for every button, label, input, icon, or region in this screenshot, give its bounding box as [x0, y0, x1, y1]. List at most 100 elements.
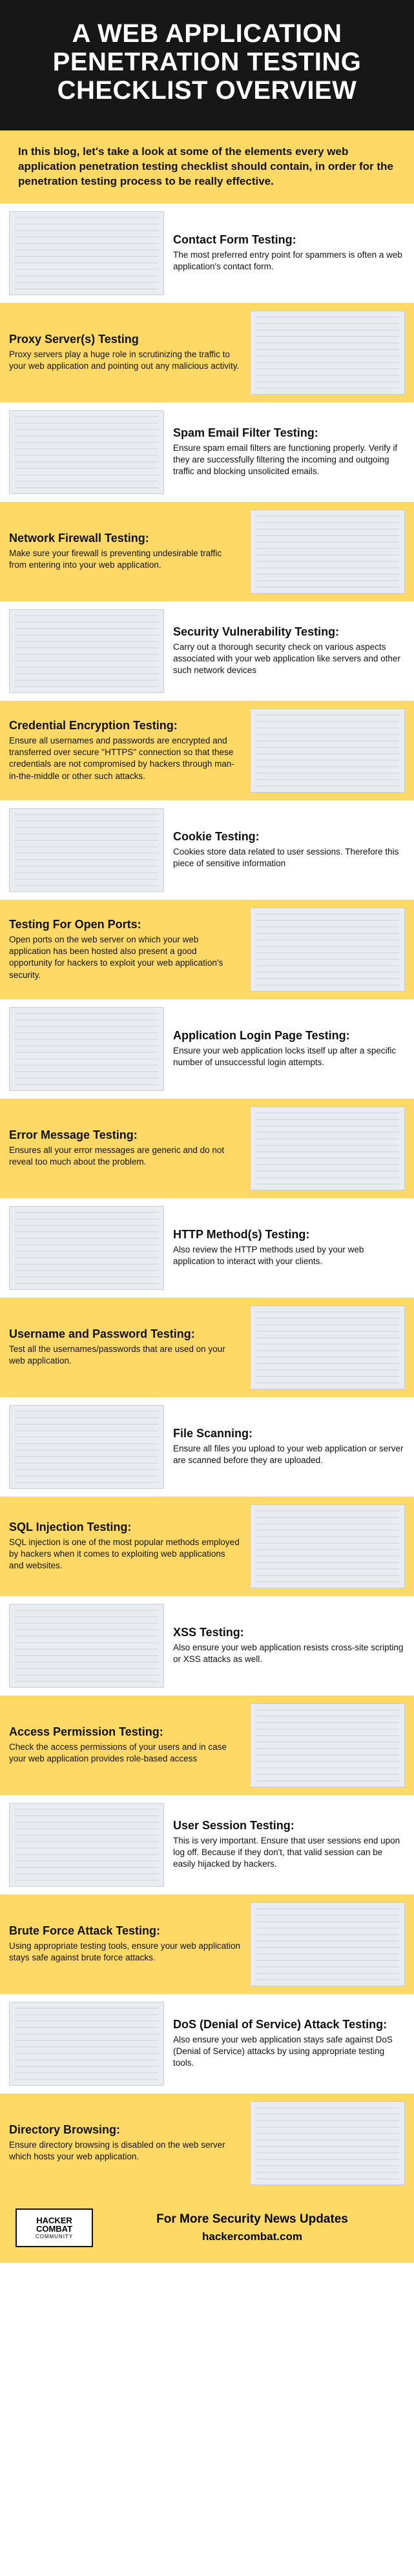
section-desc: This is very important. Ensure that user… [173, 1835, 405, 1871]
section-title: Contact Form Testing: [173, 233, 405, 247]
section-desc: Ensure spam email filters are functionin… [173, 442, 405, 478]
checklist-section: SQL Injection Testing: SQL injection is o… [0, 1497, 414, 1596]
screenshot-thumbnail [250, 2101, 405, 2185]
checklist-section: Error Message Testing: Ensures all your e… [0, 1099, 414, 1198]
checklist-section: Access Permission Testing: Check the acce… [0, 1696, 414, 1795]
section-text: SQL Injection Testing: SQL injection is o… [9, 1521, 241, 1572]
checklist-section: Network Firewall Testing: Make sure your … [0, 502, 414, 601]
section-text: Brute Force Attack Testing:Using appropr… [9, 1924, 241, 1964]
screenshot-thumbnail [250, 709, 405, 793]
section-desc: Carry out a thorough security check on v… [173, 641, 405, 677]
section-title: SQL Injection Testing: [9, 1521, 241, 1534]
section-title: Security Vulnerability Testing: [173, 625, 405, 639]
section-text: Spam Email Filter Testing: Ensure spam em… [173, 426, 405, 478]
footer-text: For More Security News Updates hackercom… [106, 2212, 398, 2243]
screenshot-thumbnail [250, 908, 405, 992]
section-desc: Ensure your web application locks itself… [173, 1045, 405, 1068]
footer: HACKER COMBAT COMMUNITY For More Securit… [0, 2193, 414, 2263]
intro-text: In this blog, let's take a look at some … [18, 145, 396, 189]
footer-line-1: For More Security News Updates [106, 2212, 398, 2227]
checklist-section: Directory Browsing: Ensure directory brow… [0, 2093, 414, 2193]
section-text: Security Vulnerability Testing: Carry out… [173, 625, 405, 677]
section-text: DoS (Denial of Service) Attack Testing:A… [173, 2018, 405, 2070]
checklist-section: Application Login Page Testing:Ensure yo… [0, 999, 414, 1099]
checklist-section: Testing For Open Ports: Open ports on the… [0, 900, 414, 999]
screenshot-thumbnail [9, 2002, 164, 2086]
screenshot-thumbnail [9, 1206, 164, 1290]
section-text: Proxy Server(s) TestingProxy servers pla… [9, 333, 241, 372]
screenshot-thumbnail [250, 1504, 405, 1588]
screenshot-thumbnail [250, 1703, 405, 1787]
section-text: Username and Password Testing:Test all t… [9, 1327, 241, 1367]
section-title: Credential Encryption Testing: [9, 719, 241, 732]
section-desc: Also ensure your web application resists… [173, 1642, 405, 1665]
header: A WEB APPLICATION PENETRATION TESTING CH… [0, 0, 414, 130]
screenshot-thumbnail [9, 410, 164, 494]
checklist-section: Spam Email Filter Testing: Ensure spam em… [0, 402, 414, 502]
section-title: Cookie Testing: [173, 830, 405, 844]
screenshot-thumbnail [250, 1902, 405, 1986]
screenshot-thumbnail [9, 1405, 164, 1489]
screenshot-thumbnail [9, 1007, 164, 1091]
section-desc: The most preferred entry point for spamm… [173, 249, 405, 273]
section-desc: Open ports on the web server on which yo… [9, 934, 241, 981]
screenshot-thumbnail [250, 311, 405, 395]
section-desc: Check the access permissions of your use… [9, 1741, 241, 1765]
checklist-section: Credential Encryption Testing:Ensure all… [0, 701, 414, 800]
section-title: Spam Email Filter Testing: [173, 426, 405, 440]
logo-line-2: COMBAT [36, 2225, 72, 2233]
section-title: Testing For Open Ports: [9, 918, 241, 931]
section-text: Testing For Open Ports: Open ports on the… [9, 918, 241, 981]
checklist-section: Username and Password Testing:Test all t… [0, 1298, 414, 1397]
section-desc: Ensures all your error messages are gene… [9, 1145, 241, 1168]
section-desc: Using appropriate testing tools, ensure … [9, 1940, 241, 1964]
section-title: Error Message Testing: [9, 1128, 241, 1142]
section-title: XSS Testing: [173, 1626, 405, 1639]
section-text: Credential Encryption Testing:Ensure all… [9, 719, 241, 782]
section-desc: Make sure your firewall is preventing un… [9, 548, 241, 571]
section-text: Contact Form Testing: The most preferred … [173, 233, 405, 273]
checklist-section: Proxy Server(s) TestingProxy servers pla… [0, 303, 414, 402]
section-title: Access Permission Testing: [9, 1725, 241, 1739]
section-desc: Also review the HTTP methods used by you… [173, 1244, 405, 1267]
sections-container: Contact Form Testing: The most preferred … [0, 203, 414, 2193]
section-text: User Session Testing: This is very import… [173, 1819, 405, 1871]
checklist-section: Cookie Testing: Cookies store data relate… [0, 800, 414, 900]
section-text: Cookie Testing: Cookies store data relate… [173, 830, 405, 869]
section-title: Network Firewall Testing: [9, 532, 241, 545]
section-text: Access Permission Testing: Check the acce… [9, 1725, 241, 1765]
section-title: Proxy Server(s) Testing [9, 333, 241, 346]
footer-link[interactable]: hackercombat.com [106, 2230, 398, 2243]
page-title: A WEB APPLICATION PENETRATION TESTING CH… [13, 19, 401, 105]
checklist-section: Security Vulnerability Testing: Carry out… [0, 601, 414, 701]
screenshot-thumbnail [9, 609, 164, 693]
section-desc: SQL injection is one of the most popular… [9, 1537, 241, 1572]
section-desc: Ensure directory browsing is disabled on… [9, 2139, 241, 2163]
section-text: Network Firewall Testing: Make sure your … [9, 532, 241, 571]
screenshot-thumbnail [9, 808, 164, 892]
section-title: HTTP Method(s) Testing: [173, 1228, 405, 1241]
section-title: Directory Browsing: [9, 2123, 241, 2137]
section-title: DoS (Denial of Service) Attack Testing: [173, 2018, 405, 2031]
checklist-section: Contact Form Testing: The most preferred … [0, 203, 414, 303]
section-desc: Cookies store data related to user sessi… [173, 846, 405, 869]
screenshot-thumbnail [9, 1803, 164, 1887]
section-title: Username and Password Testing: [9, 1327, 241, 1341]
section-text: Error Message Testing: Ensures all your e… [9, 1128, 241, 1168]
infographic-page: A WEB APPLICATION PENETRATION TESTING CH… [0, 0, 414, 2263]
screenshot-thumbnail [250, 1305, 405, 1389]
checklist-section: User Session Testing: This is very import… [0, 1795, 414, 1895]
section-text: Application Login Page Testing:Ensure yo… [173, 1029, 405, 1068]
intro-block: In this blog, let's take a look at some … [0, 130, 414, 203]
checklist-section: HTTP Method(s) Testing: Also review the H… [0, 1198, 414, 1298]
section-desc: Ensure all files you upload to your web … [173, 1443, 405, 1466]
screenshot-thumbnail [9, 211, 164, 295]
section-text: HTTP Method(s) Testing: Also review the H… [173, 1228, 405, 1267]
logo: HACKER COMBAT COMMUNITY [16, 2208, 93, 2247]
checklist-section: Brute Force Attack Testing:Using appropr… [0, 1895, 414, 1994]
section-title: User Session Testing: [173, 1819, 405, 1833]
logo-tag: COMMUNITY [36, 2234, 73, 2239]
section-title: File Scanning: [173, 1427, 405, 1440]
section-text: XSS Testing: Also ensure your web applica… [173, 1626, 405, 1665]
checklist-section: DoS (Denial of Service) Attack Testing:A… [0, 1994, 414, 2093]
